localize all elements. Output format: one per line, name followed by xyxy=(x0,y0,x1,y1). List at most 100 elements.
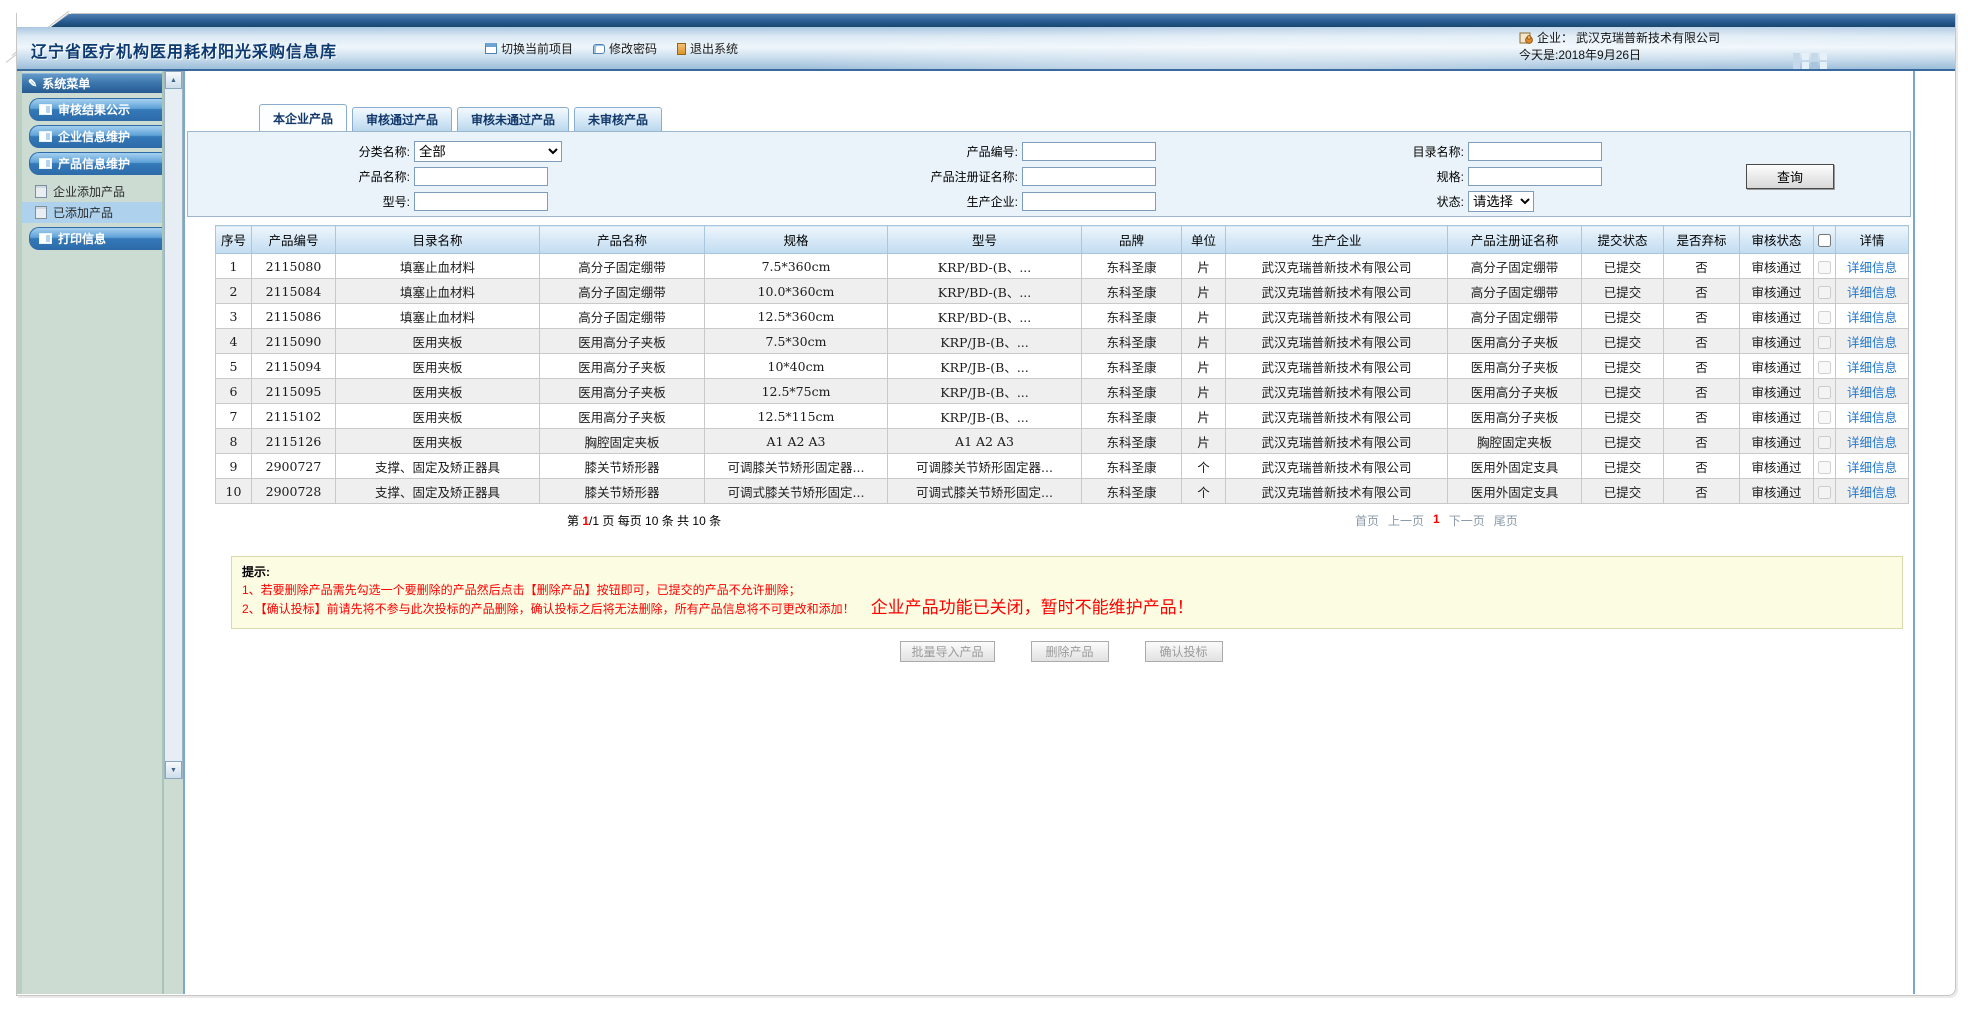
sidebar-submenu: 企业添加产品 已添加产品 xyxy=(22,181,162,223)
cell-seq: 10 xyxy=(216,479,252,504)
manufacturer-input[interactable] xyxy=(1022,192,1156,211)
cell-code: 2115094 xyxy=(252,354,336,379)
detail-link[interactable]: 详细信息 xyxy=(1847,261,1897,275)
cell-code: 2900727 xyxy=(252,454,336,479)
logout-icon xyxy=(677,43,686,55)
model-input[interactable] xyxy=(414,192,548,211)
page-summary-prefix: 第 xyxy=(567,514,582,528)
table-row: 4 2115090 医用夹板 医用高分子夹板 7.5*30cm KRP/JB-(… xyxy=(216,329,1909,354)
cell-cert-name: 高分子固定绷带 xyxy=(1448,279,1582,304)
logout-link[interactable]: 退出系统 xyxy=(677,40,738,57)
pager-last[interactable]: 尾页 xyxy=(1494,512,1518,529)
cell-product-name: 医用高分子夹板 xyxy=(540,354,705,379)
product-code-input[interactable] xyxy=(1022,142,1156,161)
cell-cert-name: 医用高分子夹板 xyxy=(1448,354,1582,379)
row-checkbox xyxy=(1818,361,1831,374)
product-name-input[interactable] xyxy=(414,167,548,186)
detail-link[interactable]: 详细信息 xyxy=(1847,486,1897,500)
cell-detail: 详细信息 xyxy=(1836,479,1909,504)
detail-link[interactable]: 详细信息 xyxy=(1847,311,1897,325)
cell-submit-status: 已提交 xyxy=(1582,304,1664,329)
cell-select xyxy=(1814,304,1836,329)
change-password-icon xyxy=(593,44,605,54)
select-all-checkbox[interactable] xyxy=(1818,234,1831,247)
cell-audit-status: 审核通过 xyxy=(1740,454,1814,479)
cell-product-name: 医用高分子夹板 xyxy=(540,379,705,404)
cell-detail: 详细信息 xyxy=(1836,404,1909,429)
switch-project-link[interactable]: 切换当前项目 xyxy=(485,40,573,57)
sidebar-scrollbar[interactable]: ▲ ▼ xyxy=(164,71,183,779)
query-button[interactable]: 查询 xyxy=(1746,164,1834,189)
pager-prev[interactable]: 上一页 xyxy=(1388,512,1424,529)
detail-link[interactable]: 详细信息 xyxy=(1847,461,1897,475)
category-select[interactable]: 全部 xyxy=(414,141,562,162)
company-label: 企业： xyxy=(1537,30,1573,47)
cell-seq: 3 xyxy=(216,304,252,329)
cell-detail: 详细信息 xyxy=(1836,429,1909,454)
col-select-all xyxy=(1814,226,1836,254)
cell-select xyxy=(1814,429,1836,454)
col-unit: 单位 xyxy=(1182,226,1226,254)
cell-abandon: 否 xyxy=(1664,379,1740,404)
pager: 首页 上一页 1 下一页 尾页 xyxy=(1355,512,1518,529)
cell-manufacturer: 武汉克瑞普新技术有限公司 xyxy=(1226,429,1448,454)
col-cert-name: 产品注册证名称 xyxy=(1448,226,1582,254)
pager-current-page: 1 xyxy=(1433,512,1440,529)
cell-model: KRP/JB-(B、... xyxy=(888,329,1082,354)
cell-spec: 12.5*115cm xyxy=(705,404,888,429)
change-password-link[interactable]: 修改密码 xyxy=(593,40,657,57)
status-select[interactable]: 请选择 xyxy=(1468,191,1534,212)
detail-link[interactable]: 详细信息 xyxy=(1847,286,1897,300)
tab-audit-passed[interactable]: 审核通过产品 xyxy=(352,107,452,131)
cell-audit-status: 审核通过 xyxy=(1740,254,1814,279)
pager-first[interactable]: 首页 xyxy=(1355,512,1379,529)
cell-manufacturer: 武汉克瑞普新技术有限公司 xyxy=(1226,404,1448,429)
detail-link[interactable]: 详细信息 xyxy=(1847,411,1897,425)
col-seq: 序号 xyxy=(216,226,252,254)
cell-cert-name: 医用外固定支具 xyxy=(1448,454,1582,479)
scroll-up-icon[interactable]: ▲ xyxy=(165,71,182,89)
tab-audit-not-passed[interactable]: 审核未通过产品 xyxy=(457,107,569,131)
cell-product-name: 高分子固定绷带 xyxy=(540,279,705,304)
cert-name-input[interactable] xyxy=(1022,167,1156,186)
cell-seq: 1 xyxy=(216,254,252,279)
cell-unit: 片 xyxy=(1182,329,1226,354)
cell-abandon: 否 xyxy=(1664,479,1740,504)
cell-audit-status: 审核通过 xyxy=(1740,429,1814,454)
sidebar-item-company-info[interactable]: 企业信息维护 xyxy=(29,125,162,148)
detail-link[interactable]: 详细信息 xyxy=(1847,361,1897,375)
col-spec: 规格 xyxy=(705,226,888,254)
cell-catalog: 支撑、固定及矫正器具 xyxy=(336,479,540,504)
cell-model: A1 A2 A3 xyxy=(888,429,1082,454)
spec-input[interactable] xyxy=(1468,167,1602,186)
pager-next[interactable]: 下一页 xyxy=(1449,512,1485,529)
cell-catalog: 填塞止血材料 xyxy=(336,254,540,279)
detail-link[interactable]: 详细信息 xyxy=(1847,386,1897,400)
cell-cert-name: 医用高分子夹板 xyxy=(1448,379,1582,404)
cell-audit-status: 审核通过 xyxy=(1740,329,1814,354)
sidebar-item-audit-results[interactable]: 审核结果公示 xyxy=(29,98,162,121)
col-abandon: 是否弃标 xyxy=(1664,226,1740,254)
cell-audit-status: 审核通过 xyxy=(1740,279,1814,304)
tab-company-products[interactable]: 本企业产品 xyxy=(259,104,347,131)
cell-model: KRP/JB-(B、... xyxy=(888,354,1082,379)
sidebar-item-product-info[interactable]: 产品信息维护 xyxy=(29,152,162,175)
sidebar-scroll-column: ▲ ▼ xyxy=(164,71,183,994)
cell-audit-status: 审核通过 xyxy=(1740,479,1814,504)
cell-brand: 东科圣康 xyxy=(1082,279,1182,304)
cert-name-label: 产品注册证名称: xyxy=(598,168,1022,185)
cell-unit: 片 xyxy=(1182,254,1226,279)
sidebar-subitem-added-products[interactable]: 已添加产品 xyxy=(22,202,162,223)
cell-unit: 片 xyxy=(1182,304,1226,329)
detail-link[interactable]: 详细信息 xyxy=(1847,436,1897,450)
page-summary-rest: /1 页 每页 10 条 共 10 条 xyxy=(589,514,721,528)
cell-brand: 东科圣康 xyxy=(1082,304,1182,329)
sidebar-subitem-add-product[interactable]: 企业添加产品 xyxy=(22,181,162,202)
tab-not-audited[interactable]: 未审核产品 xyxy=(574,107,662,131)
cell-catalog: 医用夹板 xyxy=(336,429,540,454)
row-checkbox xyxy=(1818,386,1831,399)
scroll-down-icon[interactable]: ▼ xyxy=(165,761,182,779)
catalog-name-input[interactable] xyxy=(1468,142,1602,161)
detail-link[interactable]: 详细信息 xyxy=(1847,336,1897,350)
sidebar-item-print-info[interactable]: 打印信息 xyxy=(29,227,162,250)
